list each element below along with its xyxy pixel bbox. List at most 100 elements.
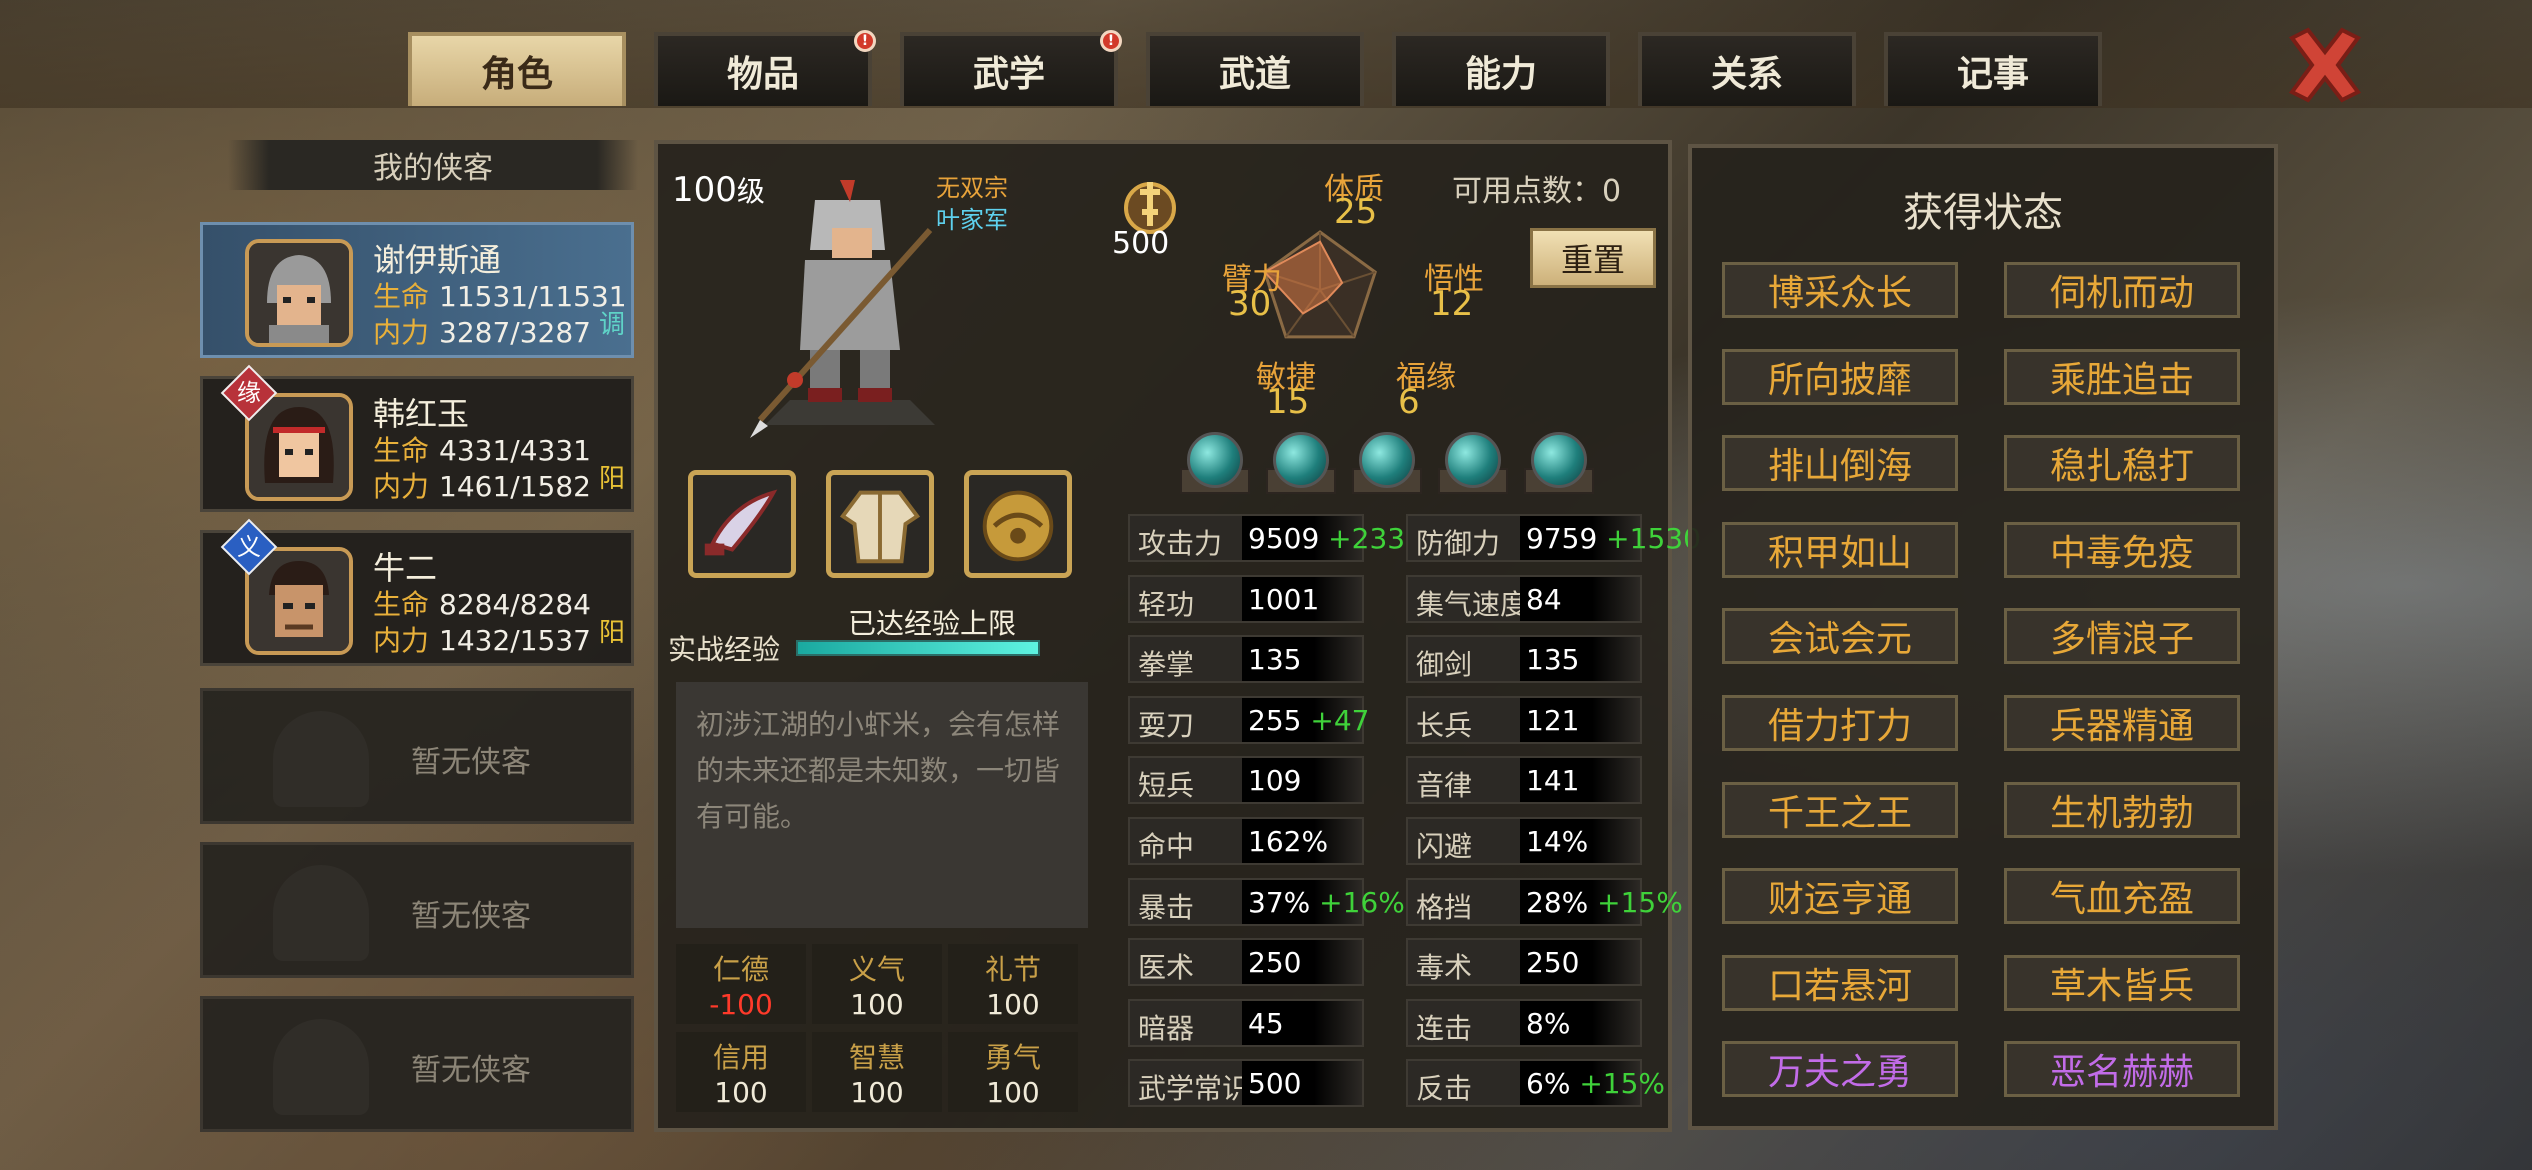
tab-2[interactable]: 武学! [900, 30, 1122, 106]
attribute-value: 8% [1520, 1000, 1640, 1045]
tab-label: 记事 [1956, 54, 2029, 95]
attribute-row: 攻击力 9509 +2331 [1128, 514, 1423, 562]
status-item[interactable]: 生机勃勃 [2004, 781, 2240, 838]
status-item[interactable]: 中毒免疫 [2004, 521, 2240, 578]
placeholder-silhouette-icon [273, 711, 369, 807]
attribute-label: 暴击 [1138, 890, 1195, 924]
attribute-label: 拳掌 [1138, 648, 1195, 682]
attribute-number: 162% [1248, 825, 1329, 858]
attribute-row: 御剑 135 [1406, 635, 1642, 684]
hp-label: 生命 [373, 588, 430, 621]
radar-value: 25 [1334, 192, 1378, 232]
tab-label: 能力 [1464, 54, 1537, 95]
attribute-value: 250 [1242, 940, 1362, 985]
tab-1[interactable]: 物品! [654, 30, 876, 106]
tab-4[interactable]: 能力 [1392, 32, 1610, 106]
empty-hero-slot[interactable]: 暂无侠客 [200, 688, 634, 824]
alert-badge: ! [854, 30, 876, 52]
virtue-value: 100 [986, 987, 1040, 1021]
jade-orb-icon[interactable] [1273, 432, 1329, 488]
virtue-value: -100 [709, 987, 773, 1021]
attribute-bonus: +16% [1319, 885, 1405, 919]
virtue-cell: 智慧 100 [812, 1032, 942, 1112]
status-item[interactable]: 气血充盈 [2004, 868, 2240, 925]
status-item[interactable]: 万夫之勇 [1722, 1041, 1958, 1098]
my-heroes-header: 我的侠客 [228, 140, 638, 190]
tab-label: 关系 [1710, 54, 1783, 95]
hero-tag: 调 [598, 310, 625, 340]
level-value: 100 [672, 170, 737, 210]
empty-slot-label: 暂无侠客 [411, 745, 531, 780]
attribute-label: 音律 [1416, 769, 1473, 803]
attribute-number: 9509 [1248, 522, 1320, 555]
hero-card[interactable]: 谢伊斯通 生命 11531/11531 内力 3287/3287 调 [200, 222, 634, 358]
attribute-value: 162% [1242, 819, 1362, 863]
attribute-row: 格挡 28% +15% [1406, 877, 1683, 926]
hp-label: 生命 [373, 434, 430, 467]
attribute-row: 长兵 121 [1406, 695, 1642, 744]
mp-value: 3287/3287 [439, 316, 591, 349]
attribute-label: 医术 [1138, 951, 1195, 985]
status-item[interactable]: 伺机而动 [2004, 262, 2240, 318]
attribute-value: 141 [1520, 758, 1640, 803]
tab-5[interactable]: 关系 [1638, 32, 1856, 106]
weapon-slot[interactable] [688, 470, 796, 578]
status-item[interactable]: 借力打力 [1722, 695, 1958, 751]
attribute-row: 短兵 109 [1128, 756, 1364, 805]
hero-tag: 阳 [598, 464, 625, 494]
status-item[interactable]: 积甲如山 [1722, 521, 1958, 578]
status-item[interactable]: 草木皆兵 [2004, 954, 2240, 1011]
attribute-value: 135 [1242, 637, 1362, 682]
status-item[interactable]: 排山倒海 [1722, 435, 1958, 492]
close-icon[interactable] [2280, 20, 2370, 110]
empty-hero-slot[interactable]: 暂无侠客 [200, 996, 634, 1132]
attribute-row: 耍刀 255 +47 [1128, 695, 1369, 744]
virtue-cell: 礼节 100 [948, 944, 1078, 1024]
status-item[interactable]: 博采众长 [1722, 262, 1958, 318]
attribute-value: 6% +15% [1520, 1061, 1665, 1106]
armor-slot[interactable] [826, 470, 934, 578]
virtue-label: 礼节 [984, 952, 1041, 986]
attribute-number: 45 [1248, 1006, 1284, 1040]
status-item[interactable]: 会试会元 [1722, 608, 1958, 665]
status-item[interactable]: 财运亨通 [1722, 868, 1958, 925]
jade-orb-icon[interactable] [1531, 432, 1587, 488]
attribute-label: 毒术 [1416, 951, 1473, 985]
attribute-bonus: +15% [1597, 885, 1683, 919]
empty-hero-slot[interactable]: 暂无侠客 [200, 842, 634, 978]
tab-6[interactable]: 记事 [1884, 32, 2102, 106]
status-item[interactable]: 乘胜追击 [2004, 348, 2240, 405]
hero-card[interactable]: 缘韩红玉 生命 4331/4331 内力 1461/1582 阳 [200, 364, 634, 512]
status-item[interactable]: 恶名赫赫 [2004, 1041, 2240, 1098]
status-item[interactable]: 多情浪子 [2004, 608, 2240, 665]
attribute-label: 命中 [1138, 830, 1195, 863]
exp-bar [796, 640, 1040, 656]
empty-slot-label: 暂无侠客 [411, 1053, 531, 1088]
tab-0[interactable]: 角色 [408, 32, 626, 106]
jade-orb-icon[interactable] [1187, 432, 1243, 488]
reset-button[interactable]: 重置 [1530, 228, 1656, 288]
hero-mp: 内力 3287/3287 [373, 311, 591, 351]
attribute-row: 集气速度 84 [1406, 574, 1642, 623]
tab-3[interactable]: 武道 [1146, 32, 1364, 106]
mp-label: 内力 [373, 624, 430, 657]
hero-mp: 内力 1432/1537 [373, 619, 591, 659]
hero-mp: 内力 1461/1582 [373, 465, 591, 505]
status-item[interactable]: 稳扎稳打 [2004, 435, 2240, 492]
status-item[interactable]: 口若悬河 [1722, 954, 1958, 1011]
relation-badge-label: 缘 [237, 379, 261, 407]
status-item[interactable]: 兵器精通 [2004, 695, 2240, 751]
status-item[interactable]: 所向披靡 [1722, 348, 1958, 405]
jade-orb-icon[interactable] [1445, 432, 1501, 488]
attribute-number: 135 [1248, 643, 1302, 677]
attribute-number: 84 [1526, 582, 1562, 616]
accessory-slot[interactable] [964, 470, 1072, 578]
attribute-number: 250 [1248, 946, 1302, 980]
jade-orb-icon[interactable] [1359, 432, 1415, 488]
hero-card[interactable]: 义牛二 生命 8284/8284 内力 1432/1537 阳 [200, 518, 634, 666]
attribute-bonus: +1530 [1606, 522, 1701, 555]
attribute-number: 1001 [1248, 582, 1320, 616]
attribute-number: 28% [1526, 885, 1589, 919]
mp-label: 内力 [373, 470, 430, 503]
status-item[interactable]: 千王之王 [1722, 781, 1958, 838]
